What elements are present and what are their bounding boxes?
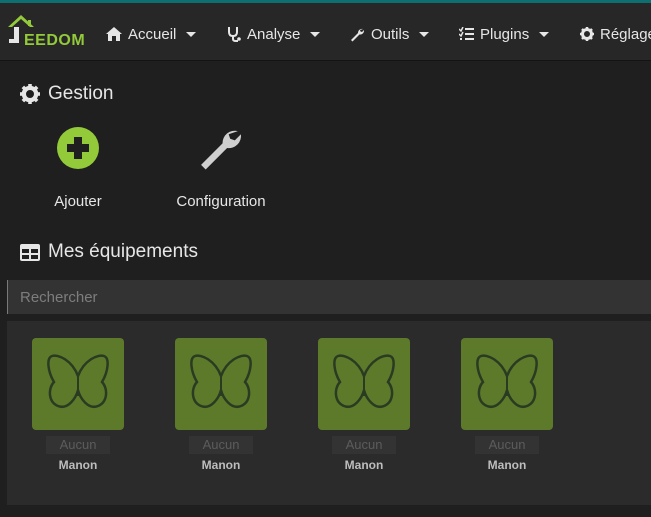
gestion-title-text: Gestion — [48, 83, 114, 104]
equipment-name: Manon — [201, 458, 241, 472]
navbar: EEDOM Accueil Analyse Outils Plugins Rég… — [0, 3, 651, 61]
jeedom-logo[interactable]: EEDOM — [6, 13, 86, 51]
equipment-name: Manon — [344, 458, 384, 472]
add-button-label: Ajouter — [54, 193, 102, 210]
table-icon — [20, 243, 40, 261]
configuration-button-label: Configuration — [176, 193, 266, 210]
equipment-panel: Aucun Manon Aucun Manon Aucun Manon Aucu… — [7, 321, 651, 505]
nav-reglages-label: Réglage — [600, 25, 651, 43]
list-check-icon — [459, 27, 474, 40]
gear-icon — [20, 84, 40, 104]
butterfly-icon — [175, 338, 267, 430]
butterfly-icon — [461, 338, 553, 430]
equipements-title-text: Mes équipements — [48, 241, 198, 262]
nav-reglages[interactable]: Réglage — [580, 24, 651, 44]
nav-plugins-label: Plugins — [480, 25, 530, 43]
nav-accueil[interactable]: Accueil — [106, 24, 197, 44]
gestion-title: Gestion — [20, 83, 113, 105]
search-input[interactable] — [7, 280, 651, 314]
nav-analyse[interactable]: Analyse — [227, 24, 321, 44]
equipment-badge: Aucun — [332, 436, 396, 454]
nav-accueil-label: Accueil — [128, 25, 177, 43]
add-button[interactable]: Ajouter — [28, 124, 128, 214]
chevron-down-icon — [419, 31, 430, 37]
butterfly-icon — [32, 338, 124, 430]
equipment-badge: Aucun — [189, 436, 253, 454]
equipment-name: Manon — [58, 458, 98, 472]
equipment-badge: Aucun — [46, 436, 110, 454]
stethoscope-icon — [228, 27, 241, 42]
equipment-name: Manon — [487, 458, 527, 472]
logo-text: EEDOM — [24, 32, 86, 49]
gear-icon — [580, 27, 594, 41]
nav-plugins[interactable]: Plugins — [459, 24, 550, 44]
equipements-title: Mes équipements — [20, 241, 198, 263]
home-icon — [106, 27, 122, 41]
butterfly-icon — [318, 338, 410, 430]
equipment-badge: Aucun — [475, 436, 539, 454]
nav-outils-label: Outils — [371, 25, 410, 43]
nav-analyse-label: Analyse — [247, 25, 301, 43]
configuration-button[interactable]: Configuration — [161, 124, 281, 214]
chevron-down-icon — [310, 31, 321, 37]
chevron-down-icon — [539, 31, 550, 37]
chevron-down-icon — [186, 31, 197, 37]
plus-circle-icon — [57, 127, 99, 169]
wrench-icon — [351, 28, 365, 41]
nav-outils[interactable]: Outils — [350, 24, 430, 44]
wrench-icon — [201, 130, 242, 170]
